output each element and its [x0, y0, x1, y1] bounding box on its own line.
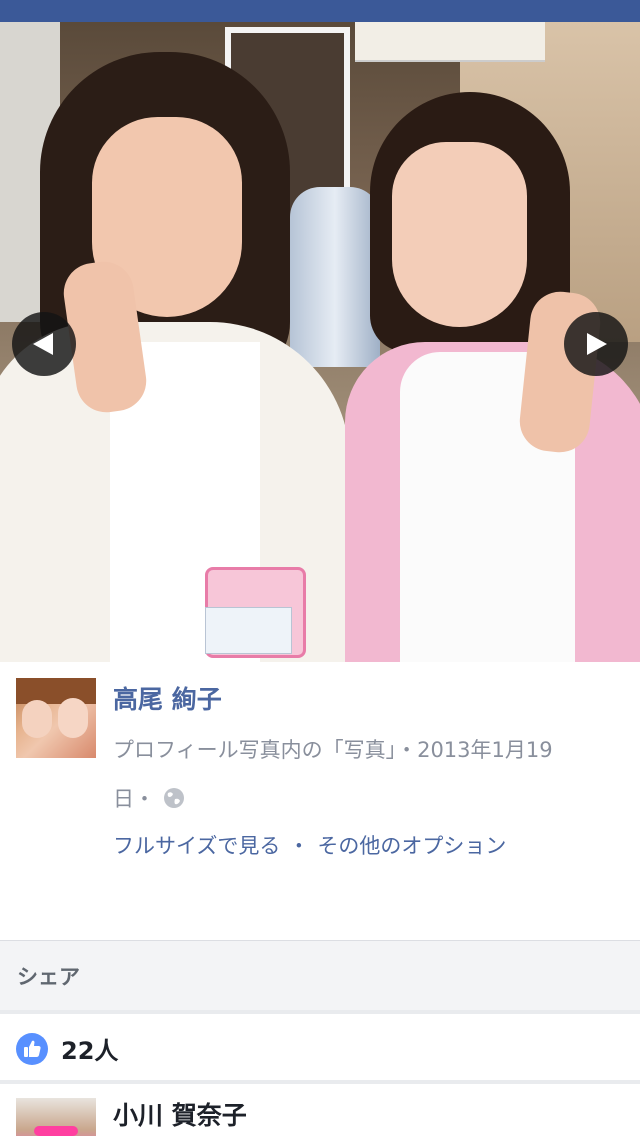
chevron-right-icon: [587, 333, 607, 355]
next-photo-button[interactable]: [564, 312, 628, 376]
globe-icon: [164, 788, 184, 808]
more-options-link[interactable]: その他のオプション: [317, 830, 506, 860]
photo-background-kettle: [290, 187, 380, 367]
commenter-name[interactable]: 小川 賀奈子: [113, 1096, 247, 1132]
id-badge-card: [205, 607, 292, 654]
post-date-suffix: 日・: [113, 787, 155, 811]
view-full-size-link[interactable]: フルサイズで見る: [113, 830, 280, 860]
author-avatar[interactable]: [16, 678, 96, 758]
like-count: 22人: [61, 1037, 119, 1065]
option-separator: ・: [288, 834, 310, 858]
likes-summary[interactable]: 22人: [0, 1014, 640, 1081]
previous-photo-button[interactable]: [12, 312, 76, 376]
photo-background-calendar: [355, 22, 545, 62]
commenter-avatar[interactable]: [16, 1098, 96, 1136]
author-name-link[interactable]: 高尾 絢子: [113, 680, 222, 716]
photo-options: フルサイズで見る ・ その他のオプション: [113, 830, 506, 860]
person-right-face: [392, 142, 527, 327]
share-label: シェア: [17, 965, 80, 989]
post-meta-line-2: 日・: [113, 783, 185, 813]
chevron-left-icon: [33, 333, 53, 355]
comment-item: 小川 賀奈子: [0, 1084, 640, 1136]
post-meta-line: プロフィール写真内の「写真」・2013年1月19: [113, 738, 553, 762]
thumbs-up-icon: [16, 1033, 48, 1065]
share-section[interactable]: シェア: [0, 940, 640, 1012]
status-bar: [0, 0, 640, 22]
post-info: 高尾 絢子 プロフィール写真内の「写真」・2013年1月19 日・ フルサイズで…: [0, 662, 640, 940]
photo-viewer[interactable]: [0, 22, 640, 662]
